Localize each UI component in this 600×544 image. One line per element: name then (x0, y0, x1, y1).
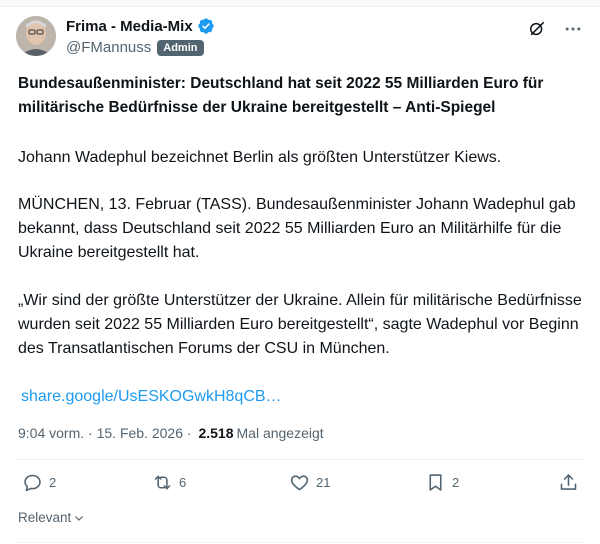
meta-separator-2: · (183, 425, 196, 441)
bookmark-count: 2 (452, 475, 460, 490)
views-count: 2.518 (198, 425, 234, 441)
author-name[interactable]: Frima - Media-Mix (66, 18, 193, 35)
divider-top (16, 459, 584, 460)
bookmark-icon (429, 474, 442, 491)
post-meta: 9:04 vorm. · 15. Feb. 2026 · 2.518 Mal a… (18, 425, 324, 441)
like-button[interactable]: 21 (289, 472, 330, 493)
post-headline: Bundesaußenminister: Deutschland hat sei… (18, 75, 544, 116)
verified-badge-icon (198, 18, 214, 34)
avatar[interactable] (16, 16, 56, 56)
post-paragraph-3: „Wir sind der größte Unterstützer der Uk… (18, 292, 582, 357)
post-detail: Frima - Media-Mix @FMannuss Admin Bundes… (0, 0, 600, 544)
repost-count: 6 (179, 475, 187, 490)
post-paragraph-1: Johann Wadephul bezeichnet Berlin als gr… (18, 149, 502, 166)
avatar-image (16, 16, 56, 56)
more-icon[interactable] (562, 18, 584, 40)
chevron-down-icon (75, 515, 84, 521)
post-link[interactable]: share.google/UsESKOGwkH8qCB… (21, 385, 282, 409)
like-count: 21 (316, 475, 331, 490)
grok-icon[interactable] (526, 18, 548, 40)
views-label: Mal angezeigt (236, 425, 324, 441)
share-icon (560, 474, 577, 490)
author-handle[interactable]: @FMannuss (66, 39, 151, 56)
reply-sort-select[interactable]: Relevant (18, 510, 85, 525)
author-sub-row: @FMannuss Admin (66, 39, 204, 56)
action-bar: 2 6 21 2 (0, 472, 600, 504)
reply-count: 2 (49, 475, 57, 490)
post-time[interactable]: 9:04 vorm. (18, 425, 84, 441)
reply-button[interactable]: 2 (22, 472, 56, 493)
admin-badge: Admin (157, 39, 204, 56)
post-paragraph-2: MÜNCHEN, 13. Februar (TASS). Bundesaußen… (18, 196, 576, 261)
repost-button[interactable]: 6 (152, 472, 186, 493)
share-button[interactable] (558, 472, 579, 493)
sort-label: Relevant (18, 510, 72, 525)
divider-bottom (16, 542, 584, 543)
top-actions (526, 18, 584, 40)
author-name-row: Frima - Media-Mix (66, 17, 215, 35)
top-strip (0, 0, 600, 7)
post-date[interactable]: 15. Feb. 2026 (97, 425, 183, 441)
repost-icon (154, 475, 171, 490)
meta-separator: · (84, 425, 97, 441)
heart-icon (290, 475, 309, 491)
bookmark-button[interactable]: 2 (425, 472, 459, 493)
reply-icon (24, 474, 41, 492)
